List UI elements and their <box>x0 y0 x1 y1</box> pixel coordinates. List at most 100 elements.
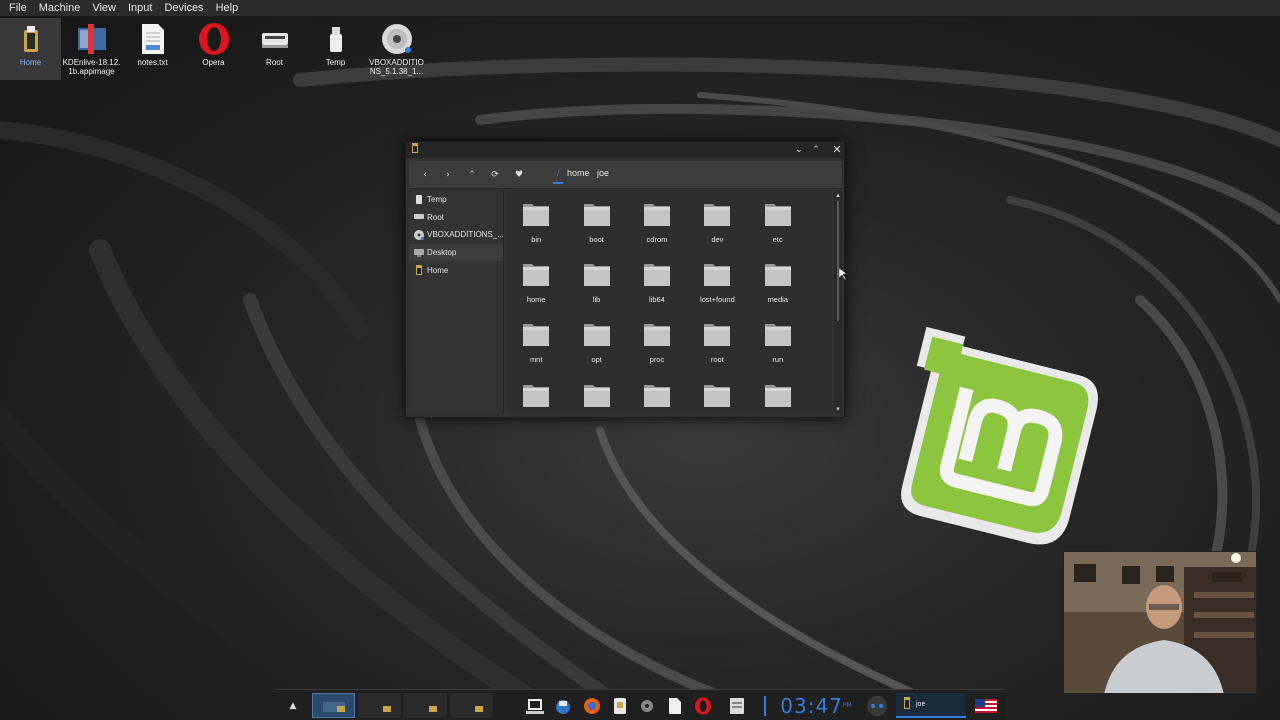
files-launcher-icon[interactable] <box>609 693 631 718</box>
desktop-icon-temp[interactable]: Temp <box>305 18 366 80</box>
folder-item[interactable]: run <box>748 317 808 377</box>
desktop-icon-label: Opera <box>202 58 225 67</box>
us-flag-keyboard-layout-icon[interactable] <box>974 693 998 718</box>
folder-item[interactable] <box>627 378 687 413</box>
linux-mint-logo <box>872 306 1112 569</box>
sidebar-item-home[interactable]: Home <box>409 261 503 279</box>
sidebar-item-label: VBOXADDITIONS_... <box>427 230 504 240</box>
home-folder-icon <box>904 697 910 712</box>
desktop-icon-label: notes.txt <box>137 58 168 67</box>
folder-icon <box>702 378 732 412</box>
folder-icon <box>763 197 793 231</box>
scroll-down-icon[interactable]: ▾ <box>834 405 842 413</box>
sidebar-item-root[interactable]: Root <box>409 209 503 227</box>
folder-item[interactable] <box>748 378 808 413</box>
folder-icon <box>763 378 793 412</box>
folder-item[interactable] <box>506 378 566 413</box>
cdrom-disc-icon <box>379 20 415 58</box>
folder-item[interactable] <box>687 378 747 413</box>
folder-item[interactable]: lost+found <box>687 257 747 317</box>
workspace-1[interactable] <box>312 693 355 718</box>
system-menu-icon[interactable] <box>865 693 889 718</box>
terminal-launcher-icon[interactable] <box>524 693 546 718</box>
scrollbar-thumb[interactable] <box>837 201 839 321</box>
folder-item[interactable]: lib64 <box>627 257 687 317</box>
desktop-icon-label: VBOXADDITIONS_5.1.38_1... <box>369 58 424 76</box>
up-button[interactable]: ⌃ <box>464 167 480 183</box>
desktop-icon-vboxadditions[interactable]: VBOXADDITIONS_5.1.38_1... <box>366 18 427 80</box>
menu-help[interactable]: Help <box>210 2 245 14</box>
breadcrumb-joe[interactable]: joe <box>597 168 609 178</box>
desktop-icon-kdenlive[interactable]: KDEnlive-18.12.1b.appimage <box>61 18 122 80</box>
scroll-up-icon[interactable]: ▴ <box>834 191 842 199</box>
folder-item[interactable]: dev <box>687 197 747 257</box>
opera-icon <box>196 20 232 58</box>
bookmark-dropdown-button[interactable]: ♥ <box>511 167 527 183</box>
settings-launcher-icon[interactable] <box>636 693 658 718</box>
vertical-scrollbar[interactable]: ▴ ▾ <box>834 191 842 413</box>
menu-view[interactable]: View <box>86 2 122 14</box>
archive-launcher-icon[interactable] <box>726 693 748 718</box>
breadcrumb-root[interactable]: / <box>557 168 560 178</box>
network-launcher-icon[interactable] <box>552 693 574 718</box>
home-folder-icon <box>13 20 49 58</box>
folder-item[interactable]: media <box>748 257 808 317</box>
folder-item[interactable]: root <box>687 317 747 377</box>
window-titlebar[interactable]: ⌄ ⌃ ✕ <box>406 142 844 158</box>
folder-item[interactable]: opt <box>566 317 626 377</box>
breadcrumb-home[interactable]: home <box>567 168 590 178</box>
workspace-3[interactable] <box>404 693 447 718</box>
menu-file[interactable]: File <box>3 2 33 14</box>
document-launcher-icon[interactable] <box>664 693 686 718</box>
desktop-icon-opera[interactable]: Opera <box>183 18 244 80</box>
back-button[interactable]: ‹ <box>417 167 433 183</box>
desktop-icon-notes[interactable]: notes.txt <box>122 18 183 80</box>
folder-item[interactable]: boot <box>566 197 626 257</box>
firefox-launcher-icon[interactable] <box>581 693 603 718</box>
desktop-icon-root[interactable]: Root <box>244 18 305 80</box>
sidebar-item-vboxadditions[interactable]: VBOXADDITIONS_... <box>409 226 504 244</box>
task-button-joe[interactable]: joe <box>896 693 966 718</box>
folder-item[interactable]: bin <box>506 197 566 257</box>
task-label: joe <box>916 701 926 708</box>
desktop-icons: Home KDEnlive-18.12.1b.appimage notes.tx… <box>0 18 427 80</box>
folder-item[interactable]: mnt <box>506 317 566 377</box>
sidebar-item-desktop[interactable]: Desktop <box>409 243 503 262</box>
folder-item[interactable]: cdrom <box>627 197 687 257</box>
maximize-button[interactable]: ⌃ <box>809 143 823 157</box>
forward-button[interactable]: › <box>440 167 456 183</box>
clock[interactable]: 03:47 PM <box>780 693 851 718</box>
separator-icon <box>762 693 768 718</box>
desktop-icon-label: KDEnlive-18.12.1b.appimage <box>62 58 121 76</box>
sidebar-item-label: Home <box>427 265 449 275</box>
folder-icon <box>702 317 732 351</box>
folder-label: run <box>772 355 784 365</box>
folder-icon <box>702 257 732 291</box>
desktop-icon-home[interactable]: Home <box>0 18 61 80</box>
folder-item[interactable]: proc <box>627 317 687 377</box>
workspace-2[interactable] <box>358 693 401 718</box>
show-tray-button[interactable]: ▲ <box>284 693 302 718</box>
file-grid: bin boot cdrom dev etc home lib lib64 lost+found… <box>506 197 808 413</box>
folder-label: boot <box>589 235 604 244</box>
menu-devices[interactable]: Devices <box>158 2 209 14</box>
folder-item[interactable]: etc <box>748 197 808 257</box>
folder-item[interactable]: lib <box>566 257 626 317</box>
menu-machine[interactable]: Machine <box>33 2 87 14</box>
menu-input[interactable]: Input <box>122 2 158 14</box>
opera-launcher-icon[interactable] <box>692 693 714 718</box>
minimize-button[interactable]: ⌄ <box>792 143 806 157</box>
desktop-icon-label: Temp <box>325 58 346 67</box>
sidebar-item-temp[interactable]: Temp <box>409 191 503 209</box>
workspace-4[interactable] <box>450 693 493 718</box>
close-button[interactable]: ✕ <box>830 143 844 157</box>
folder-label: proc <box>649 355 665 365</box>
refresh-button[interactable]: ⟳ <box>487 167 503 183</box>
folder-label: dev <box>711 235 724 244</box>
folder-icon <box>521 257 551 291</box>
vbox-menubar: File Machine View Input Devices Help <box>0 0 1280 17</box>
root-drive-icon <box>257 20 293 58</box>
folder-label: etc <box>772 235 783 244</box>
folder-item[interactable] <box>566 378 626 413</box>
folder-item[interactable]: home <box>506 257 566 317</box>
